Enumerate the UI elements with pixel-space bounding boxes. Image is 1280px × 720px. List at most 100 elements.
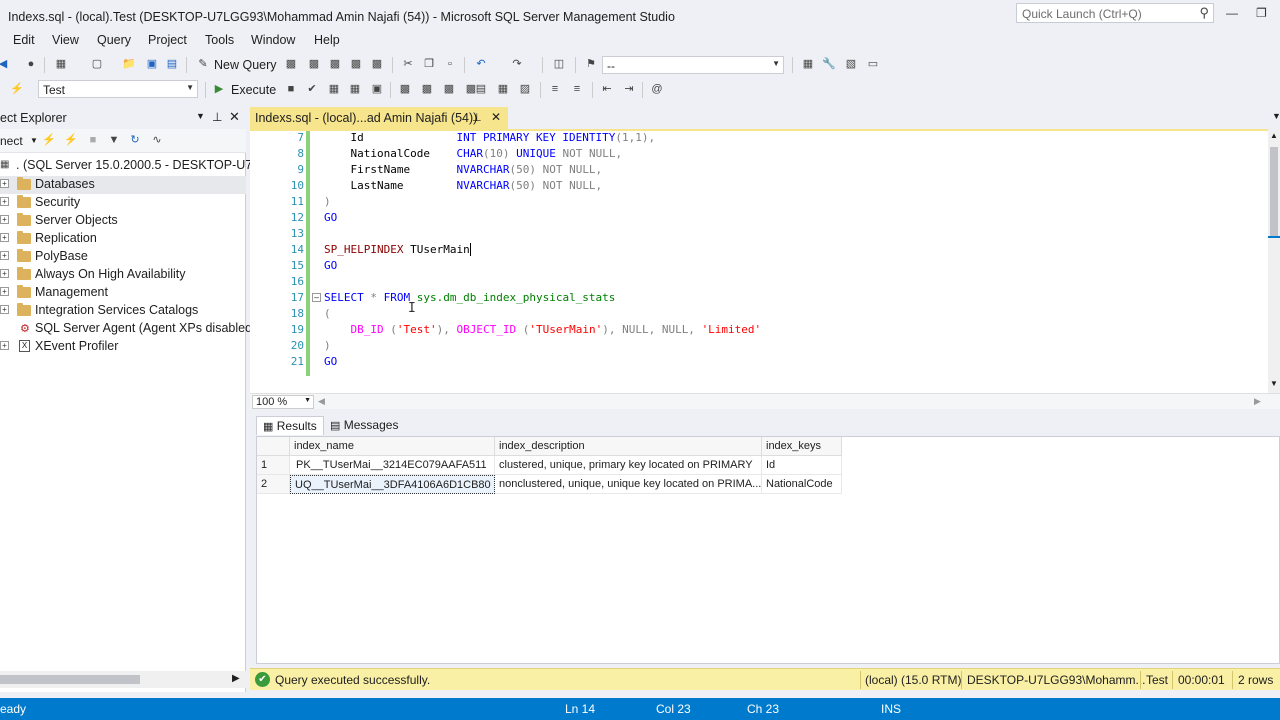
close-icon[interactable]: ✕ bbox=[229, 109, 240, 125]
undo-icon[interactable]: ↶ bbox=[474, 57, 488, 71]
table-cell[interactable]: Id bbox=[762, 456, 842, 475]
find-icon[interactable]: ⚑ bbox=[584, 57, 598, 71]
expand-icon[interactable]: + bbox=[0, 179, 9, 188]
refresh-icon[interactable]: ↻ bbox=[128, 133, 142, 147]
activity-monitor-icon[interactable]: ◫ bbox=[552, 57, 566, 71]
forward-icon[interactable]: ● bbox=[24, 57, 38, 71]
stop-icon[interactable]: ■ bbox=[284, 82, 298, 96]
tab-results[interactable]: ▦ Results bbox=[256, 416, 324, 435]
open-folder-icon[interactable]: 📁 bbox=[122, 57, 136, 71]
menu-view[interactable]: View bbox=[52, 33, 79, 47]
save-icon[interactable]: ▣ bbox=[145, 57, 159, 71]
output-window-icon[interactable]: ▭ bbox=[866, 57, 880, 71]
code-editor[interactable]: 7 8 9 10 11 12 13 14 15 16 17 18 19 20 2… bbox=[250, 129, 1268, 393]
scrollbar-thumb[interactable] bbox=[1270, 147, 1278, 237]
database-dropdown[interactable]: Test ▼ bbox=[38, 80, 198, 98]
tab-list-icon[interactable]: ▼ bbox=[1272, 111, 1280, 121]
save-all-icon[interactable]: ▤ bbox=[165, 57, 179, 71]
expand-icon[interactable]: + bbox=[0, 233, 9, 242]
table-cell[interactable]: clustered, unique, primary key located o… bbox=[495, 456, 762, 475]
connect-object-icon[interactable]: ⚡ bbox=[42, 133, 56, 147]
row-number[interactable]: 1 bbox=[257, 456, 290, 475]
expand-icon[interactable]: + bbox=[0, 287, 9, 296]
table-cell[interactable]: NationalCode bbox=[762, 475, 842, 494]
query-designer-icon[interactable]: ▣ bbox=[370, 82, 384, 96]
tree-item-replication[interactable]: + Replication bbox=[0, 230, 246, 248]
tree-item-security[interactable]: + Security bbox=[0, 194, 246, 212]
tree-item-sql-server-agent[interactable]: ⚙ SQL Server Agent (Agent XPs disabled) bbox=[0, 320, 256, 338]
editor-vertical-scrollbar[interactable]: ▲ ▼ bbox=[1268, 129, 1280, 393]
results-to-text-icon[interactable]: ▤ bbox=[474, 82, 488, 96]
chevron-down-icon[interactable]: ▼ bbox=[30, 136, 38, 145]
new-query-button[interactable]: New Query bbox=[214, 58, 277, 72]
results-grid[interactable]: index_name index_description index_keys … bbox=[256, 436, 1280, 664]
restore-icon[interactable]: ❐ bbox=[1256, 6, 1267, 20]
execute-button[interactable]: Execute bbox=[231, 83, 276, 97]
decrease-indent-icon[interactable]: ⇤ bbox=[600, 82, 614, 96]
scroll-right-icon[interactable]: ▶ bbox=[232, 673, 240, 684]
server-node[interactable]: ▦ . (SQL Server 15.0.2000.5 - DESKTOP-U7… bbox=[0, 157, 279, 175]
scroll-right-icon[interactable]: ▶ bbox=[1254, 396, 1261, 407]
table-cell[interactable]: PK__TUserMai__3214EC079AAFA511 bbox=[290, 456, 495, 475]
display-plan-icon[interactable]: ▦ bbox=[348, 82, 362, 96]
filter-icon[interactable]: ▼ bbox=[107, 133, 121, 147]
pin-icon[interactable]: ⊥ bbox=[212, 110, 222, 124]
connect-button[interactable]: nect bbox=[0, 134, 23, 148]
uncomment-icon[interactable]: ≡ bbox=[570, 82, 584, 96]
minimize-icon[interactable]: — bbox=[1226, 6, 1238, 20]
toolbox-icon[interactable]: ▧ bbox=[844, 57, 858, 71]
mdx-query-icon[interactable]: ▩ bbox=[307, 57, 321, 71]
row-number[interactable]: 2 bbox=[257, 475, 290, 494]
properties-icon[interactable]: ▦ bbox=[801, 57, 815, 71]
expand-icon[interactable]: + bbox=[0, 341, 9, 350]
menu-tools[interactable]: Tools bbox=[205, 33, 234, 47]
redo-icon[interactable]: ↷ bbox=[510, 57, 524, 71]
column-header[interactable]: index_name bbox=[290, 437, 495, 456]
paste-icon[interactable]: ▫ bbox=[443, 57, 457, 71]
tree-item-databases[interactable]: + Databases bbox=[0, 176, 246, 194]
menu-help[interactable]: Help bbox=[314, 33, 340, 47]
stop-icon[interactable]: ■ bbox=[86, 133, 100, 147]
results-to-grid-icon[interactable]: ▦ bbox=[496, 82, 510, 96]
table-cell[interactable]: nonclustered, unique, unique key located… bbox=[495, 475, 762, 494]
cut-icon[interactable]: ✂ bbox=[401, 57, 415, 71]
increase-indent-icon[interactable]: ⇥ bbox=[622, 82, 636, 96]
solution-config-dropdown[interactable]: -- ▼ bbox=[602, 56, 784, 74]
scroll-up-icon[interactable]: ▲ bbox=[1270, 131, 1278, 140]
scroll-left-icon[interactable]: ◀ bbox=[318, 396, 325, 407]
quick-launch-input[interactable]: Quick Launch (Ctrl+Q) ⚲ bbox=[1016, 3, 1214, 23]
new-project-icon[interactable]: ▦ bbox=[54, 57, 68, 71]
back-icon[interactable]: ◀ bbox=[0, 57, 10, 71]
tree-item-server-objects[interactable]: + Server Objects bbox=[0, 212, 246, 230]
column-header[interactable]: index_description bbox=[495, 437, 762, 456]
query-options-icon[interactable]: ▩ bbox=[398, 82, 412, 96]
new-file-icon[interactable]: ▢ bbox=[90, 57, 104, 71]
expand-icon[interactable]: + bbox=[0, 197, 9, 206]
menu-project[interactable]: Project bbox=[148, 33, 187, 47]
comment-icon[interactable]: ≡ bbox=[548, 82, 562, 96]
intellisense-icon[interactable]: ▩ bbox=[420, 82, 434, 96]
specify-values-icon[interactable]: @ bbox=[650, 82, 664, 96]
zoom-dropdown[interactable]: 100 % ▼ bbox=[252, 395, 314, 409]
menu-query[interactable]: Query bbox=[97, 33, 131, 47]
menu-window[interactable]: Window bbox=[251, 33, 295, 47]
include-actual-plan-icon[interactable]: ▩ bbox=[442, 82, 456, 96]
scrollbar-thumb[interactable] bbox=[0, 675, 140, 684]
scroll-down-icon[interactable]: ▼ bbox=[1270, 379, 1278, 388]
menu-edit[interactable]: Edit bbox=[13, 33, 35, 47]
execute-icon[interactable]: ▶ bbox=[212, 82, 226, 96]
tree-item-polybase[interactable]: + PolyBase bbox=[0, 248, 246, 266]
tree-item-integration-services[interactable]: + Integration Services Catalogs bbox=[0, 302, 246, 320]
parse-icon[interactable]: ✔ bbox=[305, 82, 319, 96]
expand-icon[interactable]: + bbox=[0, 269, 9, 278]
activity-icon[interactable]: ∿ bbox=[150, 133, 164, 147]
connect-icon[interactable]: ⚡ bbox=[10, 82, 24, 96]
horizontal-scrollbar[interactable]: ▶ bbox=[0, 671, 246, 688]
database-engine-query-icon[interactable]: ▩ bbox=[284, 57, 298, 71]
tree-item-xevent-profiler[interactable]: + X XEvent Profiler bbox=[0, 338, 246, 356]
tab-indexs-sql[interactable]: Indexs.sql - (local)...ad Amin Najafi (5… bbox=[250, 107, 508, 129]
tree-item-management[interactable]: + Management bbox=[0, 284, 246, 302]
column-header[interactable]: index_keys bbox=[762, 437, 842, 456]
tree-item-always-on[interactable]: + Always On High Availability bbox=[0, 266, 246, 284]
collapse-icon[interactable]: – bbox=[312, 293, 321, 302]
